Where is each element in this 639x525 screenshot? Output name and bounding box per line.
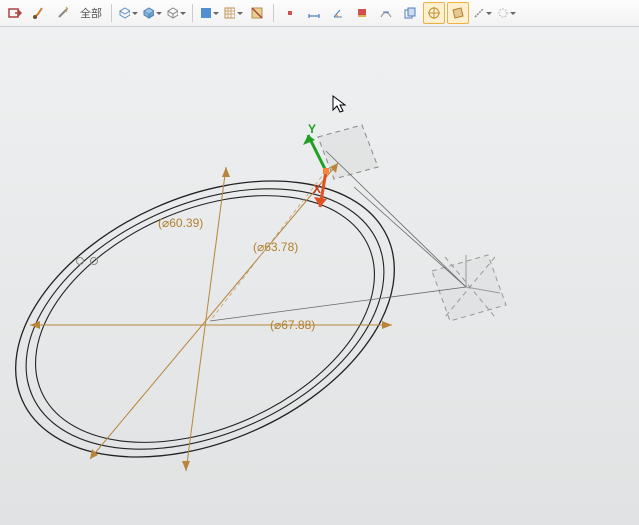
exit-sketch-button[interactable] [4, 2, 26, 24]
sketch-origin-triad[interactable]: Y X [303, 122, 329, 207]
sketch-circles[interactable] [0, 126, 437, 512]
brush-tool-button[interactable] [28, 2, 50, 24]
grid-toggle-button[interactable] [222, 2, 244, 24]
spin-button[interactable] [495, 2, 517, 24]
datum-axis-button[interactable] [471, 2, 493, 24]
main-toolbar: 全部 [0, 0, 639, 27]
wireframe-button[interactable] [165, 2, 187, 24]
scope-label: 全部 [76, 5, 106, 21]
view-orient-button[interactable] [117, 2, 139, 24]
display-style-button[interactable] [141, 2, 163, 24]
measure-angle-button[interactable] [327, 2, 349, 24]
datum-target-button[interactable] [423, 2, 445, 24]
dimension-lines [30, 151, 466, 471]
center-axis [210, 171, 326, 321]
constraint-marker[interactable] [77, 258, 84, 265]
datum-plane-button[interactable] [447, 2, 469, 24]
viewport-3d[interactable]: (⌀60.39) (⌀63.78) (⌀67.88) Y X [0, 27, 639, 525]
separator [273, 4, 274, 22]
axis-x-label: X [313, 182, 321, 196]
dimension-diam2[interactable]: (⌀63.78) [253, 240, 298, 254]
dimension-diam3[interactable]: (⌀67.88) [270, 318, 315, 332]
axis-y-label: Y [308, 122, 316, 136]
tangent-button[interactable] [375, 2, 397, 24]
copy-geom-button[interactable] [399, 2, 421, 24]
sketch-scene: (⌀60.39) (⌀63.78) (⌀67.88) Y X [0, 27, 639, 525]
wand-tool-button[interactable] [52, 2, 74, 24]
measure-dist-button[interactable] [303, 2, 325, 24]
separator [111, 4, 112, 22]
face-color-button[interactable] [198, 2, 220, 24]
layer-button[interactable] [351, 2, 373, 24]
measure-point-button[interactable] [279, 2, 301, 24]
separator [192, 4, 193, 22]
section-view-button[interactable] [246, 2, 268, 24]
dimension-diam1[interactable]: (⌀60.39) [158, 216, 203, 230]
